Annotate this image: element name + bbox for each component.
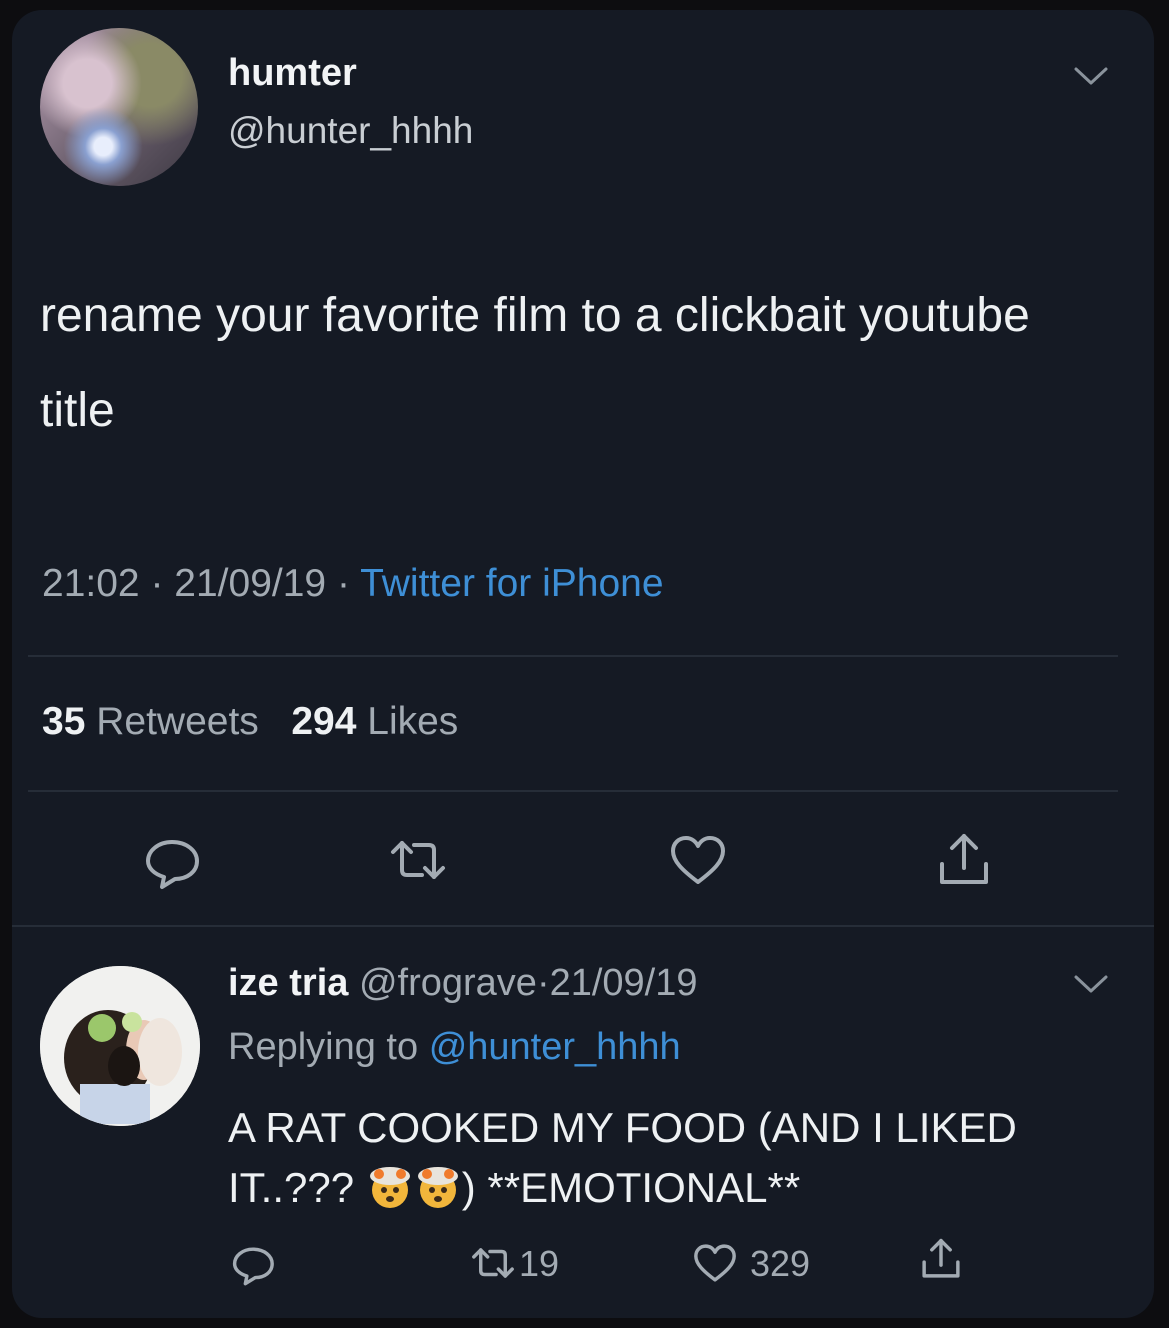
heart-icon[interactable] xyxy=(692,1240,738,1286)
tweet-meta: 21:02 · 21/09/19 · Twitter for iPhone xyxy=(42,562,664,606)
reply-author-avatar[interactable] xyxy=(40,966,200,1126)
likes-stat[interactable]: 294 Likes xyxy=(291,700,458,743)
meta-separator: · xyxy=(536,962,550,1004)
share-icon[interactable] xyxy=(918,1236,964,1282)
retweet-icon[interactable] xyxy=(388,830,448,890)
reply-text: A RAT COOKED MY FOOD (AND I LIKED IT..??… xyxy=(228,1098,1128,1218)
share-icon[interactable] xyxy=(934,830,994,890)
tweet-time: 21:02 xyxy=(42,562,140,605)
heart-icon[interactable] xyxy=(668,830,728,890)
replying-mention-link[interactable]: @hunter_hhhh xyxy=(429,1026,681,1068)
reply-retweets-count: 19 xyxy=(519,1243,560,1284)
chevron-down-icon[interactable] xyxy=(1072,972,1110,996)
tweet-source-link[interactable]: Twitter for iPhone xyxy=(360,562,663,605)
author-name[interactable]: humter xyxy=(228,52,357,95)
reply-author-handle[interactable]: @frograve xyxy=(359,962,537,1004)
exploding-head-emoji-icon xyxy=(369,1167,410,1208)
chevron-down-icon[interactable] xyxy=(1072,64,1110,88)
reply-text-part2: ) **EMOTIONAL** xyxy=(461,1164,801,1211)
avatar-illustration xyxy=(40,966,200,1126)
author-handle[interactable]: @hunter_hhhh xyxy=(228,110,473,152)
reply-author-name[interactable]: ize tria xyxy=(228,962,348,1004)
tweet-text: rename your favorite film to a clickbait… xyxy=(40,289,1030,437)
exploding-head-emoji-icon xyxy=(417,1167,458,1208)
meta-separator: · xyxy=(150,562,164,605)
replying-to: Replying to @hunter_hhhh xyxy=(228,1026,681,1069)
tweet-stats: 35 Retweets 294 Likes xyxy=(42,700,458,744)
author-avatar[interactable] xyxy=(40,28,198,186)
likes-count: 294 xyxy=(291,700,357,743)
reply-icon[interactable] xyxy=(230,1240,276,1286)
reply-likes-count: 329 xyxy=(750,1243,811,1284)
retweet-icon[interactable] xyxy=(470,1240,516,1286)
likes-label: Likes xyxy=(367,700,459,743)
reply-header: ize tria @frograve·21/09/19 xyxy=(228,962,698,1005)
retweets-label: Retweets xyxy=(96,700,259,743)
reply-date: 21/09/19 xyxy=(549,962,698,1004)
retweets-stat[interactable]: 35 Retweets xyxy=(42,700,259,743)
tweet-date: 21/09/19 xyxy=(174,562,327,605)
divider xyxy=(28,655,1118,657)
divider xyxy=(28,790,1118,792)
replying-label: Replying to xyxy=(228,1026,419,1068)
retweets-count: 35 xyxy=(42,700,86,743)
meta-separator: · xyxy=(336,562,350,605)
divider xyxy=(12,925,1154,927)
reply-icon[interactable] xyxy=(142,830,202,890)
